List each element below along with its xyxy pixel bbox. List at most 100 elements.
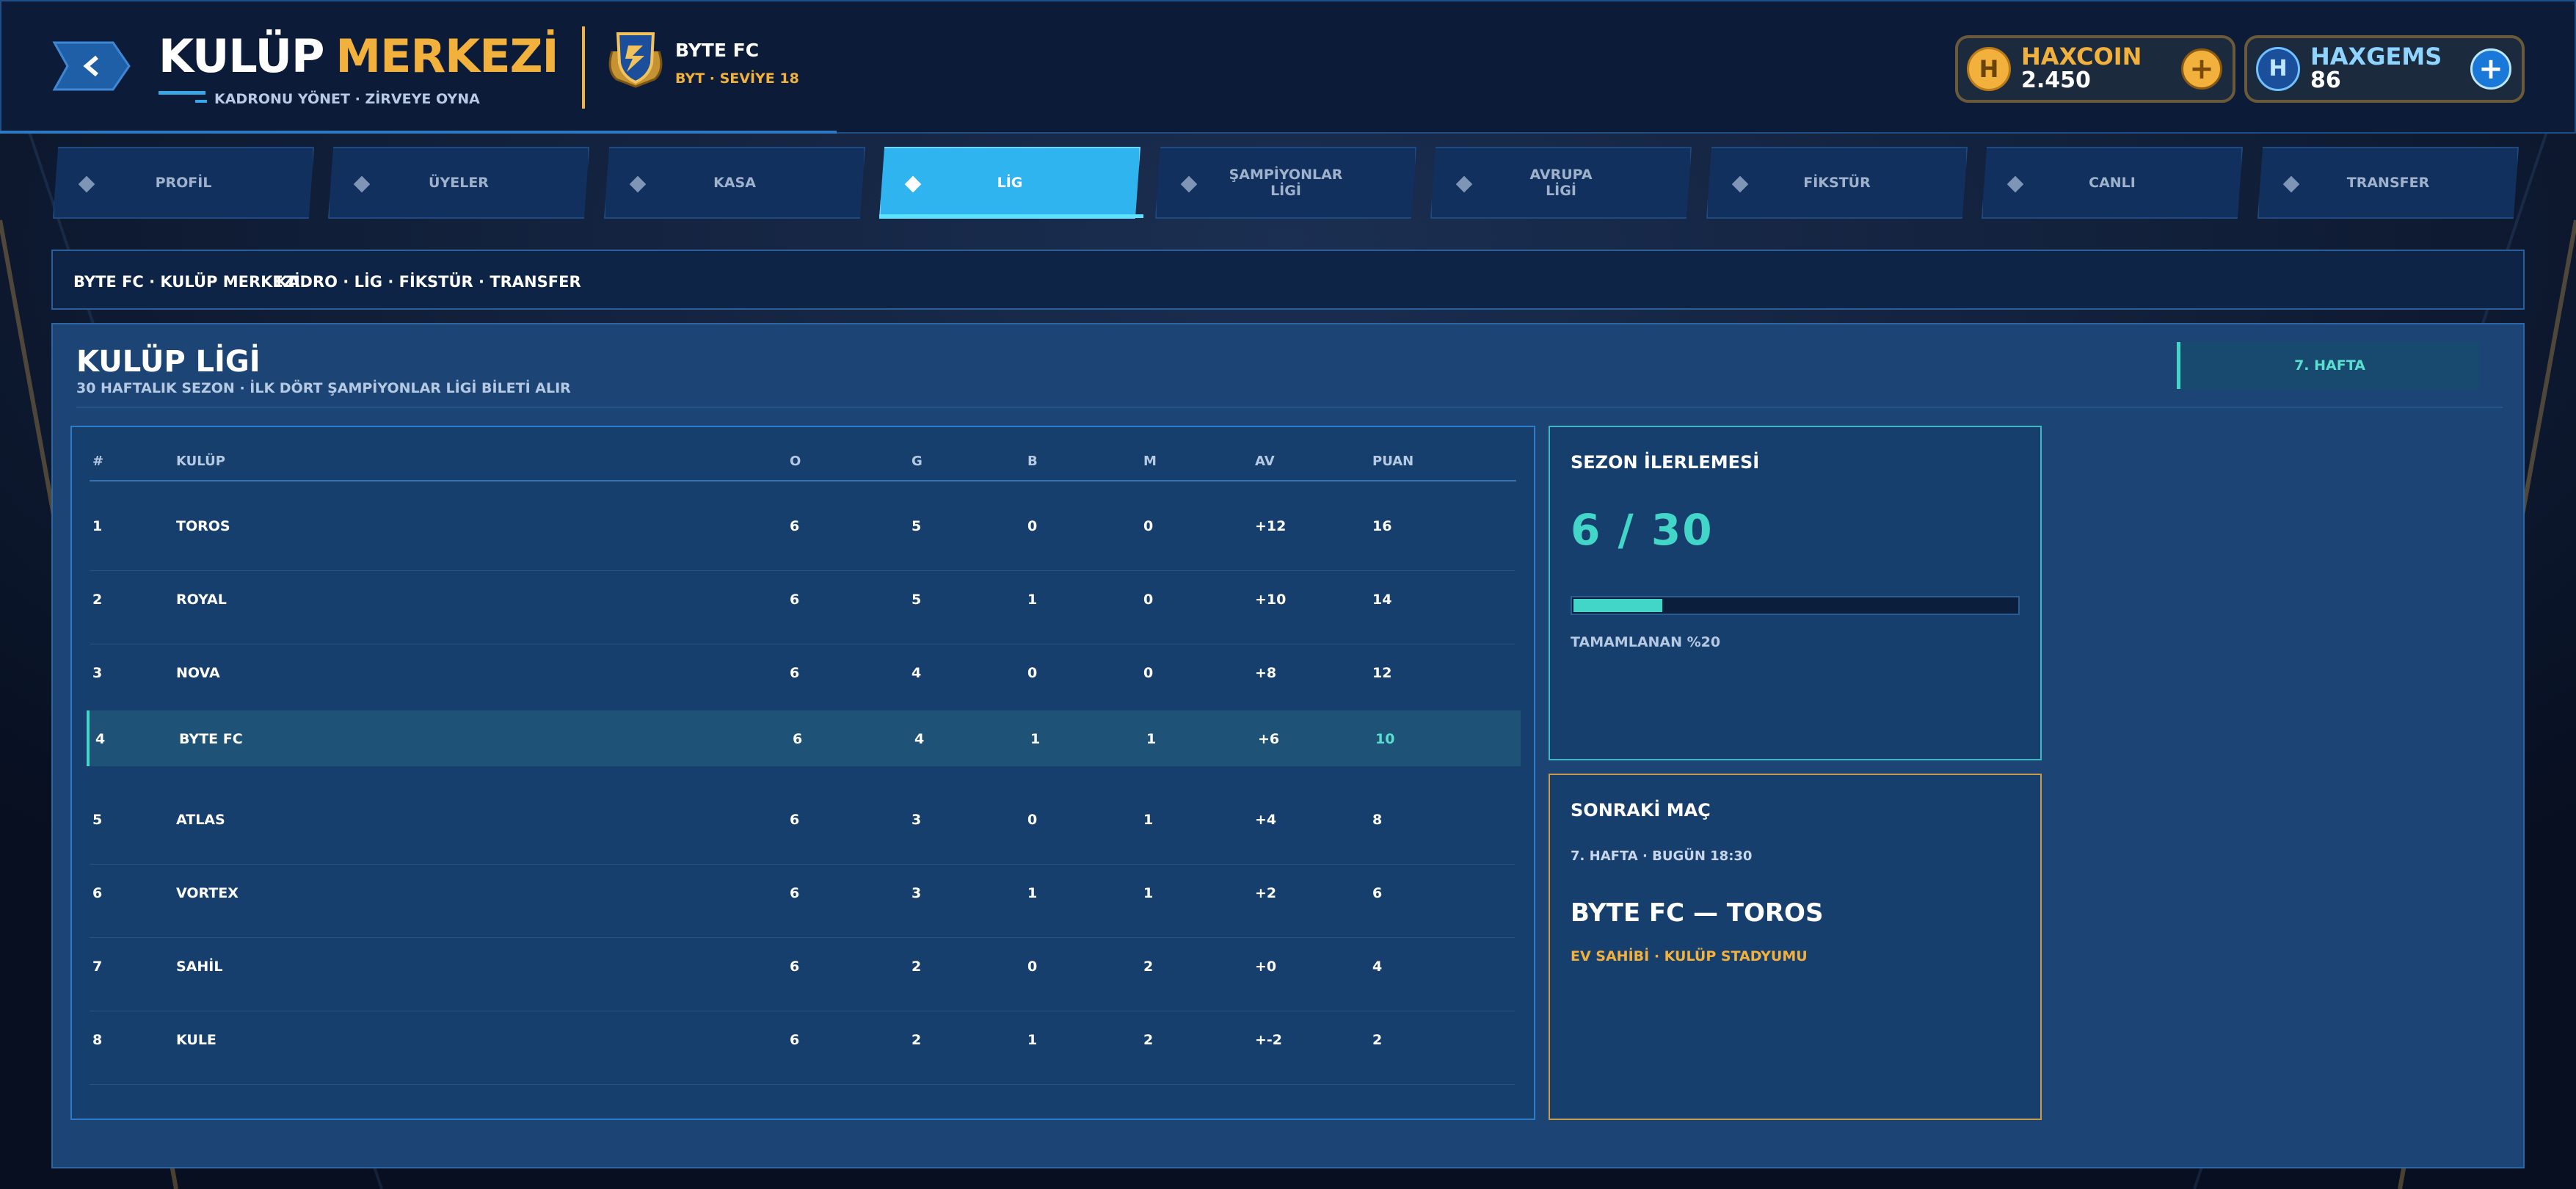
back-button[interactable]: [51, 37, 132, 95]
tab-label: CANLI: [2089, 175, 2136, 191]
next-match-fixture: BYTE FC — TOROS: [1571, 898, 1824, 928]
table-row[interactable]: 1 TOROS 6 5 0 0 +12 16: [87, 498, 1518, 571]
header-subtitle: KADRONU YÖNET · ZİRVEYE OYNA: [214, 91, 480, 107]
table-row[interactable]: 8 KULE 6 2 1 2 +-2 2: [87, 1011, 1518, 1085]
points: 14: [1372, 592, 1392, 608]
season-progress-value: 6 / 30: [1571, 505, 1714, 555]
club: VORTEX: [176, 885, 239, 901]
points: 10: [1375, 731, 1395, 747]
club-crest-icon: [608, 32, 663, 88]
table-row[interactable]: 5 ATLAS 6 3 0 1 +4 8: [87, 791, 1518, 865]
goal-diff: +0: [1255, 959, 1277, 975]
table-row[interactable]: 2 ROYAL 6 5 1 0 +10 14: [87, 571, 1518, 644]
season-progress-bar: [1571, 596, 2020, 615]
tab-label: LİG: [997, 175, 1023, 191]
header-divider: [582, 26, 585, 109]
table-row-highlighted[interactable]: 4 BYTE FC 6 4 1 1 +6 10: [87, 710, 1521, 766]
page-title: KULÜP LİGİ: [76, 345, 261, 379]
haxcoin-value: 2.450: [2021, 68, 2091, 93]
rank: 2: [92, 592, 103, 608]
tab-kasa[interactable]: KASA: [604, 147, 865, 219]
table-row[interactable]: 6 VORTEX 6 3 1 1 +2 6: [87, 865, 1518, 938]
lost: 1: [1146, 731, 1157, 747]
tab-label: ÜYELER: [429, 175, 489, 191]
header-accent-line: [0, 131, 837, 134]
lost: 2: [1143, 959, 1154, 975]
week-badge[interactable]: 7. HAFTA: [2177, 342, 2479, 389]
column-header: B: [1027, 454, 1038, 469]
played: 6: [790, 665, 800, 681]
season-progress-label: TAMAMLANAN %20: [1571, 634, 1721, 650]
won: 2: [912, 1032, 922, 1048]
tab-avrupa-ligi[interactable]: AVRUPA LİGİ: [1430, 147, 1692, 219]
next-match-title: SONRAKİ MAÇ: [1571, 800, 1711, 821]
goal-diff: +10: [1255, 592, 1287, 608]
played: 6: [793, 731, 803, 747]
title-word-1: KULÜP: [159, 29, 324, 83]
lost: 0: [1143, 518, 1154, 534]
rank: 8: [92, 1032, 103, 1048]
active-tab-indicator: [879, 214, 1143, 218]
tab-uyeler[interactable]: ÜYELER: [328, 147, 589, 219]
points: 2: [1372, 1032, 1383, 1048]
points: 4: [1372, 959, 1383, 975]
goal-diff: +-2: [1255, 1032, 1283, 1048]
next-match-card[interactable]: SONRAKİ MAÇ 7. HAFTA · BUGÜN 18:30 BYTE …: [1549, 774, 2042, 1120]
won: 5: [912, 592, 922, 608]
header-divider: [90, 480, 1516, 481]
tab-label: TRANSFER: [2346, 175, 2430, 191]
column-header: PUAN: [1372, 454, 1414, 469]
standings-table: # KULÜP O G B M AV PUAN 1 TOROS 6 5 0 0 …: [70, 426, 1535, 1120]
goal-diff: +6: [1258, 731, 1280, 747]
played: 6: [790, 518, 800, 534]
drawn: 1: [1027, 885, 1038, 901]
played: 6: [790, 592, 800, 608]
won: 3: [912, 885, 922, 901]
won: 2: [912, 959, 922, 975]
goal-diff: +12: [1255, 518, 1287, 534]
club: ATLAS: [176, 812, 225, 828]
lost: 0: [1143, 592, 1154, 608]
drawn: 0: [1027, 518, 1038, 534]
column-header: #: [92, 454, 104, 469]
table-row[interactable]: 7 SAHİL 6 2 0 2 +0 4: [87, 938, 1518, 1011]
haxgems-label: HAXGEMS: [2310, 43, 2442, 70]
played: 6: [790, 959, 800, 975]
haxgems-icon: H: [2256, 47, 2300, 91]
haxcoin-icon: H: [1967, 47, 2011, 91]
club: TOROS: [176, 518, 230, 534]
add-haxgems-button[interactable]: +: [2470, 48, 2511, 90]
add-haxcoin-button[interactable]: +: [2181, 48, 2222, 90]
club: SAHİL: [176, 959, 223, 975]
tab-fikstur[interactable]: FİKSTÜR: [1706, 147, 1968, 219]
rank: 7: [92, 959, 103, 975]
column-header: G: [912, 454, 923, 469]
points: 8: [1372, 812, 1383, 828]
column-header: O: [790, 454, 801, 469]
haxcoin-balance: H HAXCOIN 2.450 +: [1955, 35, 2235, 103]
tab-profil[interactable]: PROFİL: [53, 147, 314, 219]
points: 12: [1372, 665, 1392, 681]
tab-lig[interactable]: LİG: [879, 147, 1140, 219]
title-divider: [76, 407, 2503, 408]
breadcrumb-links[interactable]: KADRO · LİG · FİKSTÜR · TRANSFER: [276, 273, 581, 291]
points: 16: [1372, 518, 1392, 534]
title-word-2: MERKEZİ: [335, 29, 559, 83]
season-progress-fill: [1573, 599, 1662, 612]
table-row[interactable]: 3 NOVA 6 4 0 0 +8 12: [87, 644, 1518, 700]
column-header: M: [1143, 454, 1157, 469]
tab-sampiyonlar-ligi[interactable]: ŞAMPİYONLAR LİGİ: [1155, 147, 1416, 219]
goal-diff: +8: [1255, 665, 1277, 681]
haxgems-value: 86: [2310, 68, 2341, 93]
drawn: 0: [1027, 959, 1038, 975]
points: 6: [1372, 885, 1383, 901]
club: NOVA: [176, 665, 220, 681]
tab-canli[interactable]: CANLI: [1982, 147, 2243, 219]
tab-label: KASA: [713, 175, 756, 191]
drawn: 1: [1030, 731, 1041, 747]
tab-label: FİKSTÜR: [1803, 175, 1871, 191]
club-level: BYT · SEVİYE 18: [675, 70, 799, 87]
tab-transfer[interactable]: TRANSFER: [2257, 147, 2519, 219]
won: 4: [914, 731, 925, 747]
subtitle-accent: [159, 91, 205, 95]
